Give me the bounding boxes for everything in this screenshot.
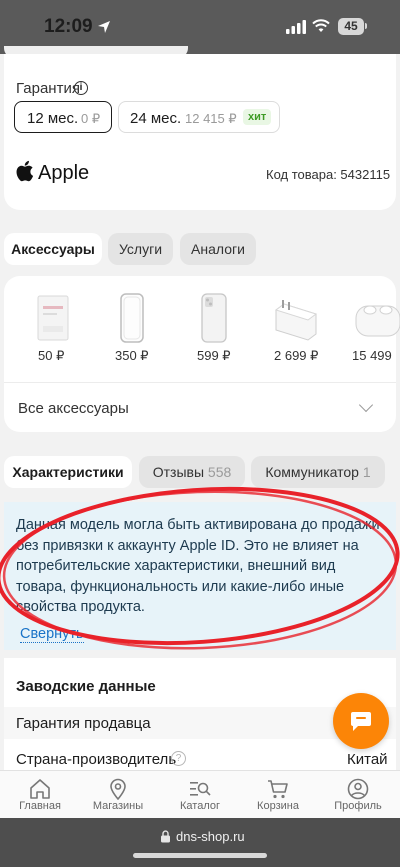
warranty-option-12[interactable]: 12 мес. 0 ₽ — [14, 101, 112, 133]
earbuds-icon — [355, 305, 400, 337]
chat-button[interactable] — [333, 693, 389, 749]
map-pin-icon — [110, 778, 126, 800]
profile-icon — [347, 778, 369, 800]
hit-badge: хит — [243, 109, 272, 125]
spec-label: Страна-производитель — [16, 751, 177, 768]
tab-count: 1 — [362, 464, 371, 480]
battery-indicator: 45 — [338, 18, 364, 35]
nav-stores[interactable]: Магазины — [78, 771, 158, 819]
nav-label: Корзина — [257, 800, 299, 812]
location-arrow-icon — [98, 21, 110, 33]
nav-label: Каталог — [180, 800, 220, 812]
warranty-option-price: 12 415 ₽ — [185, 111, 237, 126]
accessory-price: 15 499 — [352, 348, 392, 362]
tab-characteristics[interactable]: Характеристики — [4, 456, 132, 488]
chat-bubble-icon — [351, 712, 371, 731]
previous-card-edge — [4, 46, 188, 58]
home-indicator — [133, 853, 267, 858]
nav-catalog[interactable]: Каталог — [160, 771, 240, 819]
charger-icon — [274, 300, 318, 341]
accessory-item[interactable]: 599 ₽ — [184, 292, 244, 363]
home-icon — [30, 779, 50, 799]
tab-analogs[interactable]: Аналоги — [180, 233, 256, 265]
accessory-item[interactable]: 350 ₽ — [102, 292, 162, 363]
warranty-option-price: 0 ₽ — [81, 111, 101, 126]
accessory-item[interactable]: 15 499 — [346, 292, 400, 362]
collapse-link[interactable]: Свернуть — [20, 626, 84, 643]
divider — [4, 382, 396, 383]
accessory-item[interactable]: 50 ₽ — [22, 292, 82, 363]
lock-icon — [161, 830, 170, 843]
nav-label: Магазины — [92, 800, 144, 812]
tab-accessories[interactable]: Аксессуары — [4, 233, 102, 265]
accessory-price: 350 ₽ — [115, 348, 149, 363]
spec-value: Китай — [347, 751, 388, 768]
apple-logo-icon — [16, 160, 34, 182]
nav-label: Главная — [19, 800, 61, 812]
clear-case-icon — [120, 293, 144, 343]
brand-name: Apple — [38, 162, 90, 184]
tab-count: 558 — [207, 464, 232, 480]
notice-text: Данная модель могла быть активирована до… — [16, 517, 380, 615]
status-time: 12:09 — [44, 16, 93, 37]
tab-communicator[interactable]: Коммуникатор 1 — [251, 456, 385, 488]
warranty-option-name: 12 мес. — [27, 110, 79, 127]
bottom-navigation: Главная Магазины Каталог Корзина Профиль — [0, 770, 400, 818]
cart-icon — [268, 780, 288, 799]
accessory-item[interactable]: 2 699 ₽ — [266, 292, 332, 363]
all-accessories-link[interactable]: Все аксессуары — [18, 400, 129, 417]
phone-case-icon — [201, 293, 227, 343]
nav-label: Профиль — [334, 800, 382, 812]
question-icon[interactable]: ? — [171, 751, 186, 766]
tab-reviews[interactable]: Отзывы 558 — [139, 456, 245, 488]
wifi-icon — [312, 19, 330, 32]
accessory-price: 599 ₽ — [197, 348, 231, 363]
catalog-search-icon — [190, 782, 211, 796]
warranty-option-24[interactable]: 24 мес. 12 415 ₽ хит — [118, 101, 280, 133]
spec-label: Гарантия продавца — [16, 715, 151, 732]
cellular-signal-icon — [286, 20, 306, 34]
tab-label: Коммуникатор — [265, 464, 359, 480]
spec-section-title: Заводские данные — [16, 678, 156, 695]
nav-cart[interactable]: Корзина — [238, 771, 318, 819]
warranty-option-name: 24 мес. — [130, 110, 182, 127]
url-address[interactable]: dns-shop.ru — [176, 829, 245, 844]
nav-home[interactable]: Главная — [0, 771, 80, 819]
tab-label: Отзывы — [152, 464, 205, 480]
warranty-label: Гарантия — [16, 80, 80, 97]
glass-film-icon — [37, 295, 69, 341]
tab-services[interactable]: Услуги — [108, 233, 173, 265]
nav-profile[interactable]: Профиль — [318, 771, 398, 819]
product-sku: Код товара: 5432115 — [266, 167, 391, 182]
accessory-price: 2 699 ₽ — [274, 348, 319, 363]
accessory-price: 50 ₽ — [38, 348, 65, 363]
info-icon[interactable]: i — [74, 81, 88, 95]
